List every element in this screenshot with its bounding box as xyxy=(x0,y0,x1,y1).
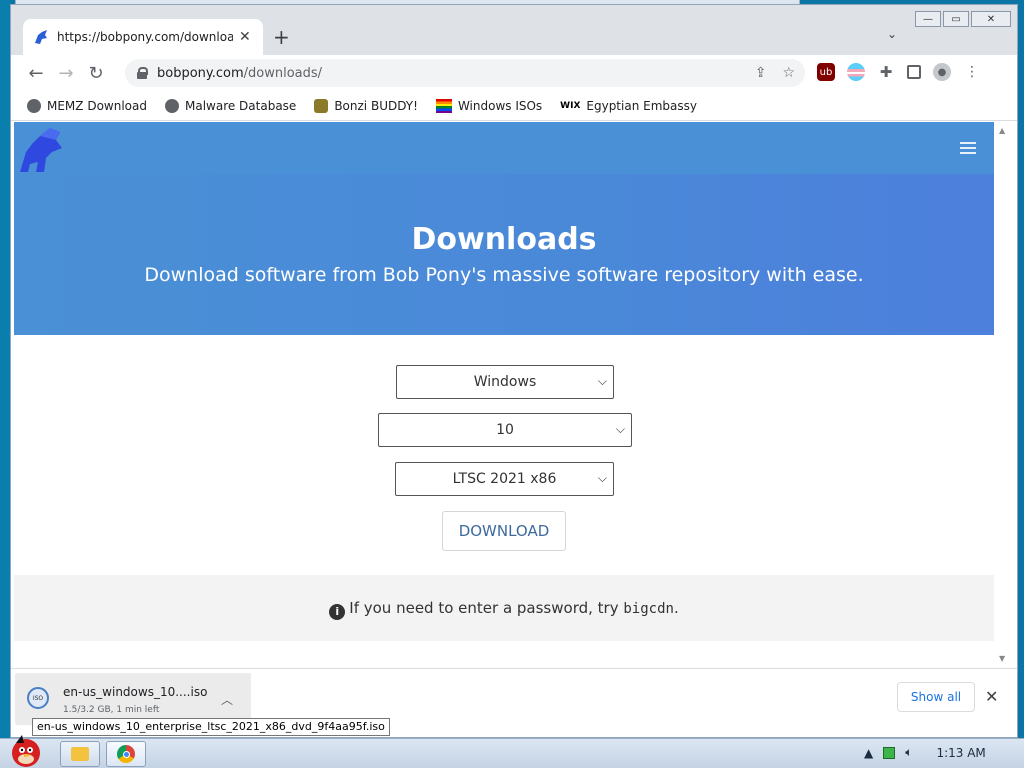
globe-icon xyxy=(27,98,41,113)
edition-select[interactable]: LTSC 2021 x86 ⌵ xyxy=(395,462,614,496)
bookmark-star-icon[interactable]: ☆ xyxy=(782,65,795,81)
bobpony-favicon-icon xyxy=(35,30,47,44)
taskbar: ▲ 🔈︎ 1:13 AM xyxy=(0,735,1024,768)
bookmark-bonzi-buddy[interactable]: Bonzi BUDDY! xyxy=(314,98,418,113)
bookmark-windows-isos[interactable]: Windows ISOs xyxy=(435,98,542,113)
password-info-band: i If you need to enter a password, try bi… xyxy=(14,575,994,641)
taskbar-explorer-button[interactable] xyxy=(60,741,100,767)
show-hidden-icons-arrow-icon[interactable]: ▲ xyxy=(864,746,873,760)
tab-bobpony-downloads[interactable]: https://bobpony.com/downloads/ ✕ xyxy=(23,19,263,55)
hero-banner: Downloads Download software from Bob Pon… xyxy=(14,174,994,335)
bookmark-memz-download[interactable]: MEMZ Download xyxy=(27,98,147,113)
back-arrow-icon[interactable]: ← xyxy=(21,63,51,84)
download-file-name: en-us_windows_10....iso xyxy=(63,685,208,699)
clock[interactable]: 1:13 AM xyxy=(936,746,985,760)
rainbow-flag-icon xyxy=(435,98,452,113)
ublock-origin-icon[interactable]: ub xyxy=(817,63,835,81)
lock-icon[interactable] xyxy=(137,67,148,79)
forward-arrow-icon[interactable]: → xyxy=(51,63,81,84)
close-window-button[interactable]: ✕ xyxy=(971,11,1011,27)
browser-menu-icon[interactable]: ⋮ xyxy=(963,63,981,81)
web-page: Downloads Download software from Bob Pon… xyxy=(14,122,994,667)
chevron-down-icon: ⌵ xyxy=(597,374,607,388)
password-info-text: i If you need to enter a password, try bi… xyxy=(14,599,994,620)
bookmarks-bar: MEMZ Download Malware Database Bonzi BUD… xyxy=(11,91,1017,121)
download-status: 1.5/3.2 GB, 1 min left xyxy=(63,705,160,715)
maximize-button[interactable]: ▭ xyxy=(943,11,969,27)
network-icon[interactable] xyxy=(883,746,896,759)
download-button[interactable]: DOWNLOAD xyxy=(442,511,566,551)
chevron-down-icon: ⌵ xyxy=(615,422,625,436)
hamburger-menu-icon[interactable] xyxy=(960,142,976,154)
taskbar-chrome-button[interactable] xyxy=(106,741,146,767)
page-subtitle: Download software from Bob Pony's massiv… xyxy=(144,264,864,286)
show-all-button[interactable]: Show all xyxy=(897,682,975,712)
chevron-down-icon: ⌵ xyxy=(597,471,607,485)
scroll-down-arrow-icon[interactable]: ▼ xyxy=(999,654,1005,663)
extensions-puzzle-icon[interactable]: ✚ xyxy=(877,63,895,81)
url-text: bobpony.com/downloads/ xyxy=(157,65,323,81)
folder-icon xyxy=(71,747,89,761)
trans-flag-extension-icon[interactable] xyxy=(847,63,865,81)
os-select[interactable]: Windows ⌵ xyxy=(396,365,614,399)
start-button-bird-icon[interactable] xyxy=(2,731,50,768)
page-scrollbar[interactable]: ▲ ▼ xyxy=(995,122,1015,667)
side-panel-icon[interactable] xyxy=(907,65,921,79)
share-icon[interactable]: ⇪ xyxy=(755,65,767,81)
password-code: bigcdn xyxy=(623,601,674,617)
browser-window: https://bobpony.com/downloads/ ✕ + ⌄ — ▭… xyxy=(10,4,1018,738)
site-navbar xyxy=(14,122,994,174)
chevron-up-icon[interactable]: ︿ xyxy=(221,691,233,708)
chrome-icon xyxy=(117,745,135,763)
profile-avatar-icon[interactable]: ● xyxy=(933,63,951,81)
window-controls: — ▭ ✕ xyxy=(915,11,1011,27)
reload-icon[interactable]: ↻ xyxy=(81,63,111,84)
info-circle-icon: i xyxy=(329,604,346,620)
minimize-button[interactable]: — xyxy=(915,11,941,27)
tab-title: https://bobpony.com/downloads/ xyxy=(57,30,233,44)
address-bar[interactable]: bobpony.com/downloads/ ⇪ ☆ xyxy=(125,59,805,87)
wix-icon: WIX xyxy=(560,100,581,111)
page-title: Downloads xyxy=(411,222,597,257)
new-tab-button[interactable]: + xyxy=(273,25,290,49)
bonzi-icon xyxy=(314,98,329,113)
close-shelf-icon[interactable]: ✕ xyxy=(985,687,998,706)
tab-strip: https://bobpony.com/downloads/ ✕ + ⌄ — ▭… xyxy=(11,5,1017,55)
tab-close-icon[interactable]: ✕ xyxy=(239,29,251,45)
tab-search-chevron-icon[interactable]: ⌄ xyxy=(887,27,897,41)
bookmark-egyptian-embassy[interactable]: WIX Egyptian Embassy xyxy=(560,99,697,113)
globe-icon xyxy=(164,98,179,113)
bobpony-logo-icon[interactable] xyxy=(16,126,64,174)
browser-toolbar: ← → ↻ bobpony.com/downloads/ ⇪ ☆ ub ✚ ● … xyxy=(11,55,1017,91)
bookmark-malware-database[interactable]: Malware Database xyxy=(164,98,296,113)
system-tray: ▲ 🔈︎ 1:13 AM xyxy=(864,745,986,760)
scroll-up-arrow-icon[interactable]: ▲ xyxy=(999,126,1005,135)
extensions-area: ub ✚ ● ⋮ xyxy=(817,63,981,81)
version-select[interactable]: 10 ⌵ xyxy=(378,413,632,447)
desktop-background xyxy=(0,0,10,740)
iso-file-icon: ISO xyxy=(27,687,49,709)
volume-icon[interactable]: 🔈︎ xyxy=(905,745,912,760)
download-tooltip: en-us_windows_10_enterprise_ltsc_2021_x8… xyxy=(32,718,390,736)
